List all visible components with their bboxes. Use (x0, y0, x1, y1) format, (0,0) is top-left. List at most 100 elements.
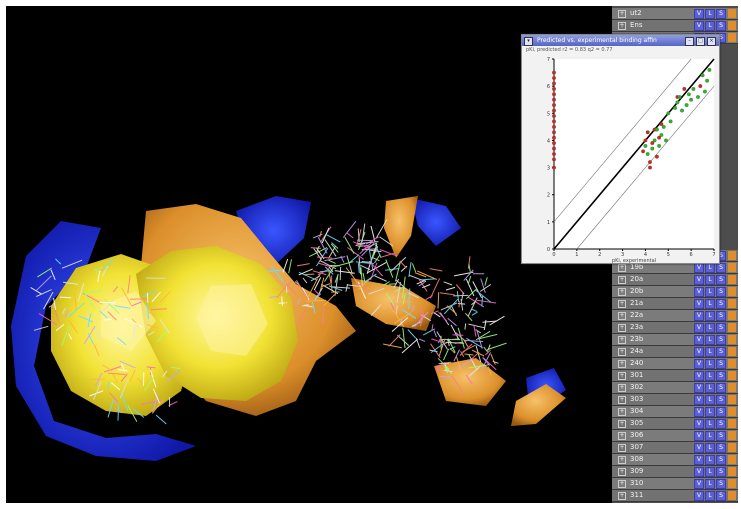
color-swatch[interactable] (728, 21, 736, 30)
expand-toggle-icon[interactable]: + (618, 456, 626, 464)
list-item[interactable]: +304 V L S (612, 406, 738, 418)
list-item[interactable]: + Ens V L S (612, 20, 738, 32)
toggle-cell-s[interactable]: S (716, 9, 726, 19)
expand-toggle-icon[interactable]: + (618, 312, 626, 320)
list-item[interactable]: +20a V L S (612, 274, 738, 286)
color-swatch[interactable] (728, 479, 736, 488)
color-swatch[interactable] (728, 419, 736, 428)
expand-toggle-icon[interactable]: + (618, 372, 626, 380)
expand-toggle-icon[interactable]: + (618, 492, 626, 500)
list-item[interactable]: +311 V L S (612, 490, 738, 502)
expand-toggle-icon[interactable]: + (618, 300, 626, 308)
toggle-cell-s[interactable]: S (716, 407, 726, 417)
list-item[interactable]: +308 V L S (612, 454, 738, 466)
toggle-cell-v[interactable]: V (694, 21, 704, 31)
toggle-cell-v[interactable]: V (694, 455, 704, 465)
color-swatch[interactable] (728, 491, 736, 500)
toggle-cell-s[interactable]: S (716, 347, 726, 357)
toggle-cell-l[interactable]: L (705, 395, 715, 405)
color-swatch[interactable] (728, 371, 736, 380)
color-swatch[interactable] (728, 383, 736, 392)
list-item[interactable]: +307 V L S (612, 442, 738, 454)
color-swatch[interactable] (728, 9, 736, 18)
color-swatch[interactable] (728, 359, 736, 368)
toggle-cell-l[interactable]: L (705, 371, 715, 381)
toggle-cell-s[interactable]: S (716, 311, 726, 321)
toggle-cell-l[interactable]: L (705, 299, 715, 309)
list-item[interactable]: +21a V L S (612, 298, 738, 310)
expand-toggle-icon[interactable]: + (618, 408, 626, 416)
list-item[interactable]: +23b V L S (612, 334, 738, 346)
toggle-cell-l[interactable]: L (705, 359, 715, 369)
expand-toggle-icon[interactable]: + (618, 420, 626, 428)
toggle-cell-l[interactable]: L (705, 443, 715, 453)
expand-toggle-icon[interactable]: + (618, 396, 626, 404)
toggle-cell-v[interactable]: V (694, 9, 704, 19)
color-swatch[interactable] (728, 443, 736, 452)
minimize-button[interactable]: – (685, 37, 694, 46)
toggle-cell-l[interactable]: L (705, 21, 715, 31)
color-swatch[interactable] (728, 467, 736, 476)
color-swatch[interactable] (728, 323, 736, 332)
list-item[interactable]: +20b V L S (612, 286, 738, 298)
expand-toggle-icon[interactable]: + (618, 324, 626, 332)
list-item[interactable]: +23a V L S (612, 322, 738, 334)
toggle-cell-l[interactable]: L (705, 407, 715, 417)
close-button[interactable]: × (707, 37, 716, 46)
list-item[interactable]: + ut2 V L S (612, 8, 738, 20)
toggle-cell-s[interactable]: S (716, 431, 726, 441)
toggle-cell-v[interactable]: V (694, 371, 704, 381)
toggle-cell-v[interactable]: V (694, 347, 704, 357)
toggle-cell-v[interactable]: V (694, 491, 704, 501)
color-swatch[interactable] (728, 347, 736, 356)
toggle-cell-v[interactable]: V (694, 311, 704, 321)
color-swatch[interactable] (728, 455, 736, 464)
color-swatch[interactable] (728, 431, 736, 440)
color-swatch[interactable] (728, 311, 736, 320)
toggle-cell-l[interactable]: L (705, 311, 715, 321)
expand-toggle-icon[interactable]: + (618, 384, 626, 392)
scatter-plot-window[interactable]: ▾ Predicted vs. experimental binding aff… (521, 34, 720, 264)
toggle-cell-l[interactable]: L (705, 275, 715, 285)
expand-toggle-icon[interactable]: + (618, 348, 626, 356)
expand-toggle-icon[interactable]: + (618, 468, 626, 476)
toggle-cell-s[interactable]: S (716, 383, 726, 393)
toggle-cell-s[interactable]: S (716, 395, 726, 405)
toggle-cell-v[interactable]: V (694, 299, 704, 309)
list-item[interactable]: +24a V L S (612, 346, 738, 358)
toggle-cell-l[interactable]: L (705, 467, 715, 477)
expand-toggle-icon[interactable]: + (618, 336, 626, 344)
toggle-cell-l[interactable]: L (705, 419, 715, 429)
expand-toggle-icon[interactable]: + (618, 432, 626, 440)
color-swatch[interactable] (728, 263, 736, 272)
toggle-cell-l[interactable]: L (705, 491, 715, 501)
toggle-cell-s[interactable]: S (716, 419, 726, 429)
toggle-cell-s[interactable]: S (716, 443, 726, 453)
toggle-cell-v[interactable]: V (694, 323, 704, 333)
toggle-cell-l[interactable]: L (705, 383, 715, 393)
expand-toggle-icon[interactable]: + (618, 10, 626, 18)
expand-toggle-icon[interactable]: + (618, 288, 626, 296)
toggle-cell-s[interactable]: S (716, 371, 726, 381)
list-item[interactable]: +309 V L S (612, 466, 738, 478)
toggle-cell-s[interactable]: S (716, 287, 726, 297)
toggle-cell-v[interactable]: V (694, 419, 704, 429)
color-swatch[interactable] (728, 395, 736, 404)
toggle-cell-v[interactable]: V (694, 467, 704, 477)
list-item[interactable]: +22a V L S (612, 310, 738, 322)
expand-toggle-icon[interactable]: + (618, 276, 626, 284)
list-item[interactable]: +306 V L S (612, 430, 738, 442)
window-menu-button[interactable]: ▾ (524, 37, 533, 46)
toggle-cell-s[interactable]: S (716, 491, 726, 501)
toggle-cell-v[interactable]: V (694, 335, 704, 345)
toggle-cell-v[interactable]: V (694, 395, 704, 405)
toggle-cell-v[interactable]: V (694, 275, 704, 285)
toggle-cell-s[interactable]: S (716, 21, 726, 31)
toggle-cell-v[interactable]: V (694, 407, 704, 417)
toggle-cell-s[interactable]: S (716, 323, 726, 333)
color-swatch[interactable] (728, 299, 736, 308)
toggle-cell-s[interactable]: S (716, 263, 726, 273)
list-item[interactable]: +301 V L S (612, 370, 738, 382)
expand-toggle-icon[interactable]: + (618, 22, 626, 30)
toggle-cell-s[interactable]: S (716, 335, 726, 345)
